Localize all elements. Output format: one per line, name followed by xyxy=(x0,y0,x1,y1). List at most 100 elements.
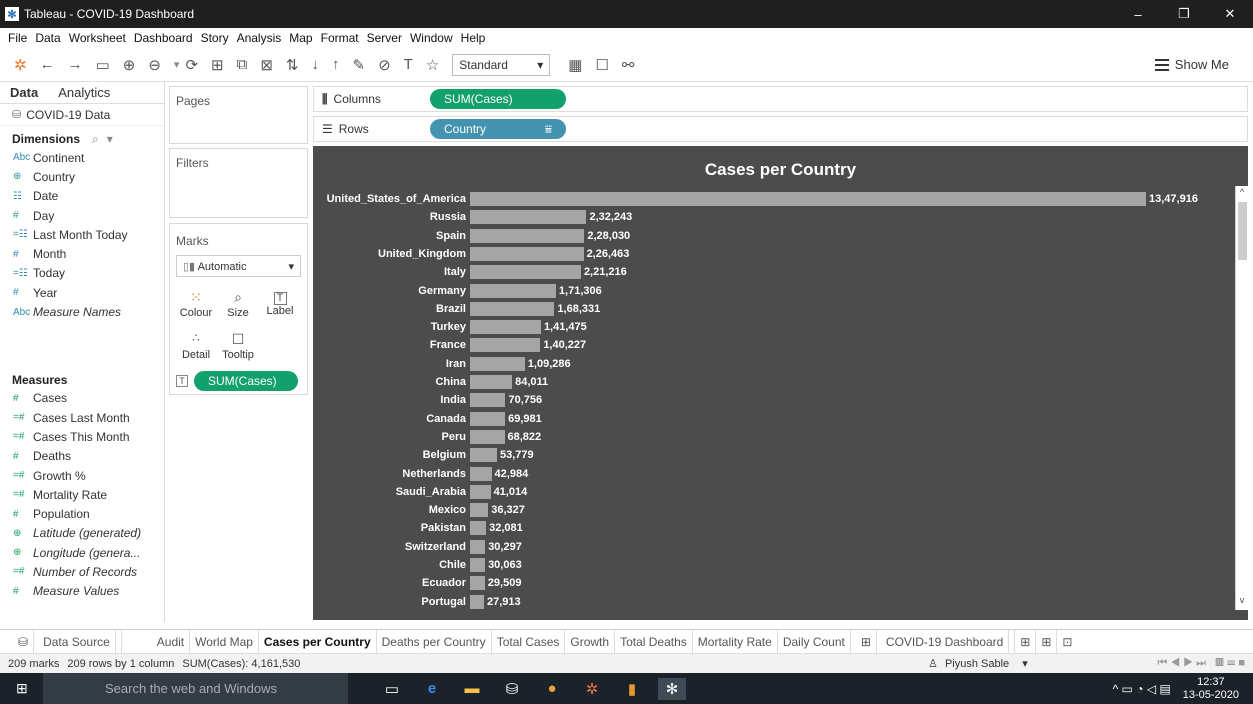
show-cards-icon[interactable]: ▦ xyxy=(568,56,582,74)
field-cases[interactable]: # Cases xyxy=(0,389,164,408)
bar-mark[interactable] xyxy=(470,246,584,261)
new-worksheet-tab-icon[interactable]: ⊞ xyxy=(1015,629,1037,654)
swap-axes-icon[interactable]: ⇅ xyxy=(286,56,299,74)
group-icon[interactable]: ⊘ xyxy=(378,56,391,74)
menu-format[interactable]: Format xyxy=(321,31,359,45)
taskbar-search[interactable]: Search the web and Windows xyxy=(43,673,348,704)
menu-window[interactable]: Window xyxy=(410,31,453,45)
bar-mark[interactable] xyxy=(470,466,492,481)
dropdown-chevron-icon[interactable]: ▾ xyxy=(174,58,180,71)
label-button[interactable]: T Label xyxy=(260,283,300,325)
size-button[interactable]: ⌕ Size xyxy=(218,283,258,325)
new-dashboard-tab-icon[interactable]: ⊞ xyxy=(1036,629,1058,654)
tab-total-deaths[interactable]: Total Deaths xyxy=(615,629,693,654)
tableau-taskbar-icon[interactable]: ✲ xyxy=(578,678,606,700)
refresh-icon[interactable]: ⟳ xyxy=(185,56,198,74)
bar-mark[interactable] xyxy=(470,521,487,536)
field-month[interactable]: # Month xyxy=(0,244,164,263)
field-number-of-records[interactable]: =# Number of Records xyxy=(0,562,164,581)
field-latitude-generated[interactable]: ⊕ Latitude (generated) xyxy=(0,524,164,543)
country-label[interactable]: Pakistan xyxy=(313,519,466,537)
scroll-up-icon[interactable]: ^ xyxy=(1236,187,1248,201)
file-explorer-icon[interactable]: ▬ xyxy=(458,678,486,700)
tab-daily-count[interactable]: Daily Count xyxy=(778,629,851,654)
menu-file[interactable]: File xyxy=(8,31,27,45)
tableau-active-icon[interactable]: ✻ xyxy=(658,677,686,700)
field-deaths[interactable]: # Deaths xyxy=(0,447,164,466)
tooltip-button[interactable]: ☐ Tooltip xyxy=(218,325,258,367)
tab-deaths-per-country[interactable]: Deaths per Country xyxy=(377,629,492,654)
tab-mortality-rate[interactable]: Mortality Rate xyxy=(693,629,778,654)
task-view-icon[interactable]: ▭ xyxy=(378,678,406,700)
country-label[interactable]: Spain xyxy=(313,227,466,245)
field-date[interactable]: ☷ Date xyxy=(0,187,164,206)
menu-help[interactable]: Help xyxy=(461,31,486,45)
bar-mark[interactable] xyxy=(470,375,513,389)
field-today[interactable]: =☷ Today xyxy=(0,264,164,283)
undo-icon[interactable]: ← xyxy=(40,56,55,73)
bar-mark[interactable] xyxy=(470,283,556,298)
country-label[interactable]: Peru xyxy=(313,428,466,446)
bar-mark[interactable] xyxy=(470,210,587,225)
pages-card[interactable]: Pages xyxy=(169,86,308,144)
menu-story[interactable]: Story xyxy=(201,31,229,45)
share-icon[interactable]: ⚯ xyxy=(622,56,635,74)
bar-mark[interactable] xyxy=(470,539,486,554)
fit-select[interactable]: Standard ▾ xyxy=(452,53,551,76)
field-cases-this-month[interactable]: =# Cases This Month xyxy=(0,427,164,446)
bar-mark[interactable] xyxy=(470,448,497,463)
bar-mark[interactable] xyxy=(470,192,1146,206)
new-story-tab-icon[interactable]: ⊡ xyxy=(1057,630,1077,654)
bar-mark[interactable] xyxy=(470,484,491,499)
edge-browser-icon[interactable]: e xyxy=(418,678,446,700)
rows-country-pill[interactable]: Country ⩸ xyxy=(430,119,566,139)
bar-mark[interactable] xyxy=(470,338,541,353)
user-menu[interactable]: ♙ Piyush Sable ▾ xyxy=(928,657,1028,670)
redo-icon[interactable]: → xyxy=(68,56,83,73)
bar-mark[interactable] xyxy=(470,393,506,408)
mark-type-select[interactable]: ▯▮ Automatic ▾ xyxy=(176,255,301,277)
minimize-button[interactable]: – xyxy=(1115,0,1161,28)
menu-map[interactable]: Map xyxy=(289,31,312,45)
tab-cases-per-country[interactable]: Cases per Country xyxy=(258,629,377,654)
close-button[interactable]: ✕ xyxy=(1207,0,1253,28)
country-label[interactable]: Belgium xyxy=(313,446,466,464)
country-label[interactable]: Canada xyxy=(313,410,466,428)
field-growth[interactable]: =# Growth % xyxy=(0,466,164,485)
windows-start-icon[interactable]: ⊞ xyxy=(16,680,28,697)
show-labels-icon[interactable]: T xyxy=(404,56,413,73)
pause-updates-icon[interactable]: ⊖ xyxy=(148,56,161,74)
country-label[interactable]: France xyxy=(313,336,466,354)
country-label[interactable]: China xyxy=(313,373,466,391)
new-worksheet-icon[interactable]: ⊞ xyxy=(211,56,224,74)
menu-data[interactable]: Data xyxy=(35,31,60,45)
new-datasource-icon[interactable]: ⊕ xyxy=(123,56,136,74)
country-label[interactable]: Italy xyxy=(313,263,466,281)
field-measure-names[interactable]: Abc Measure Names xyxy=(0,302,164,321)
bar-mark[interactable] xyxy=(470,301,555,316)
field-country[interactable]: ⊕ Country xyxy=(0,167,164,186)
field-longitude-genera[interactable]: ⊕ Longitude (genera... xyxy=(0,543,164,562)
tab-covid-dashboard[interactable]: ⊞ COVID-19 Dashboard xyxy=(851,629,1016,654)
powerbi-icon[interactable]: ▮ xyxy=(618,678,646,700)
country-label[interactable]: Portugal xyxy=(313,593,466,611)
presentation-mode-icon[interactable]: ☐ xyxy=(595,56,608,74)
sort-ascending-icon[interactable]: ↓ xyxy=(311,56,319,73)
colour-button[interactable]: ⁙ Colour xyxy=(176,283,216,325)
tab-data-source[interactable]: ⛁ Data Source xyxy=(8,629,122,654)
bar-mark[interactable] xyxy=(470,228,585,243)
bar-mark[interactable] xyxy=(470,429,505,444)
menu-worksheet[interactable]: Worksheet xyxy=(69,31,126,45)
menu-server[interactable]: Server xyxy=(367,31,402,45)
field-mortality-rate[interactable]: =# Mortality Rate xyxy=(0,485,164,504)
save-icon[interactable]: ▭ xyxy=(96,56,110,74)
country-label[interactable]: Switzerland xyxy=(313,538,466,556)
field-year[interactable]: # Year xyxy=(0,283,164,302)
scroll-down-icon[interactable]: v xyxy=(1236,595,1248,609)
country-label[interactable]: Ecuador xyxy=(313,574,466,592)
tableau-logo-icon[interactable]: ✲ xyxy=(14,56,27,74)
store-icon[interactable]: ⛁ xyxy=(498,678,526,700)
country-label[interactable]: Germany xyxy=(313,282,466,300)
field-measure-values[interactable]: # Measure Values xyxy=(0,582,164,601)
country-label[interactable]: Saudi_Arabia xyxy=(313,483,466,501)
